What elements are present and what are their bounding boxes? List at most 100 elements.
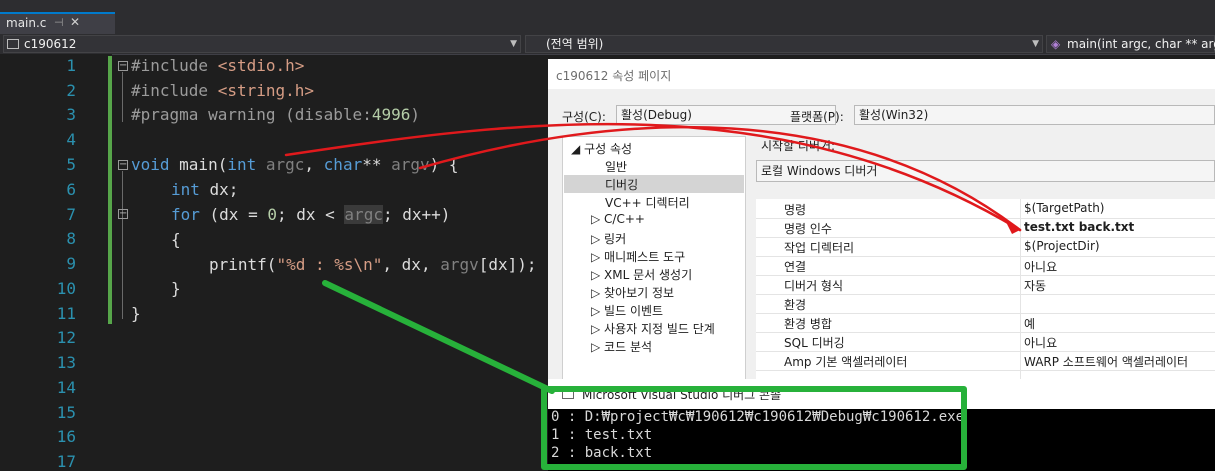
line-number: 13 xyxy=(56,353,76,372)
parameter: argc xyxy=(344,205,383,224)
line-number: 17 xyxy=(56,452,76,471)
grid-row[interactable]: 환경 xyxy=(756,294,1215,314)
prop-name: 명령 xyxy=(784,203,807,217)
code-line-6[interactable]: int dx; xyxy=(171,180,238,199)
grid-row[interactable]: 명령 인수 test.txt back.txt xyxy=(756,218,1215,238)
keyword: int xyxy=(227,155,257,174)
tree-item-xml-doc[interactable]: ▷ XML 문서 생성기 xyxy=(591,266,692,283)
prop-value: $(ProjectDir) xyxy=(1024,239,1100,253)
grid-row[interactable]: 작업 디렉터리 $(ProjectDir) xyxy=(756,237,1215,257)
member-dropdown[interactable]: ◈ main(int argc, char ** argv) xyxy=(1046,35,1215,53)
tab-strip: main.c ⊣ ✕ xyxy=(0,0,1215,34)
code-line-5[interactable]: void main(int argc, char** argv) { xyxy=(131,155,459,174)
tree-item-cpp[interactable]: ▷ C/C++ xyxy=(591,212,645,226)
green-pointer-line xyxy=(322,280,555,394)
grid-row[interactable]: 연결 아니요 xyxy=(756,256,1215,276)
collapse-icon[interactable]: − xyxy=(118,61,128,71)
code-text: ** xyxy=(362,155,392,174)
grid-row[interactable]: 명령 $(TargetPath) xyxy=(756,199,1215,219)
tree-item-config-props[interactable]: ◢ 구성 속성 xyxy=(571,140,632,157)
project-dropdown[interactable]: c190612 ▼ xyxy=(3,35,521,53)
close-icon[interactable]: ✕ xyxy=(70,15,80,29)
prop-value: 예 xyxy=(1024,317,1036,331)
prop-name: 환경 병합 xyxy=(784,317,832,331)
tree-item-vc-dirs[interactable]: VC++ 디렉터리 xyxy=(605,194,690,211)
code-text: ) { xyxy=(429,155,459,174)
grid-row[interactable]: 디버거 형식 자동 xyxy=(756,275,1215,295)
member-name: main(int argc, char ** argv) xyxy=(1067,37,1215,51)
line-number: 14 xyxy=(56,378,76,397)
line-number: 7 xyxy=(66,205,76,224)
code-text: ; dx++) xyxy=(382,205,451,224)
console-line: 1 : test.txt xyxy=(551,427,653,443)
number-literal: 0 xyxy=(267,205,277,224)
platform-label: 플랫폼(P): xyxy=(790,110,844,124)
fold-guide xyxy=(122,171,123,319)
line-number-gutter: 1 2 3 4 5 6 7 8 9 10 11 12 13 14 15 16 1… xyxy=(0,54,112,471)
tree-selection xyxy=(564,175,744,193)
scope-dropdown[interactable]: (전역 범위) ▼ xyxy=(525,35,1043,53)
code-text: , dx, xyxy=(382,255,441,274)
tab-main-c[interactable]: main.c ⊣ ✕ xyxy=(0,12,115,34)
console-title-bar: Microsoft Visual Studio 디버그 콘솔 xyxy=(548,379,1215,409)
code-line-9[interactable]: printf("%d : %s\n", dx, argv[dx]); xyxy=(209,255,537,274)
code-line-7[interactable]: for (dx = 0; dx < argc; dx++) xyxy=(171,205,450,224)
include-header: <string.h> xyxy=(217,81,315,100)
collapse-icon[interactable]: − xyxy=(118,160,128,170)
tree-item-build-events[interactable]: ▷ 빌드 이벤트 xyxy=(591,302,663,319)
tree-item-general[interactable]: 일반 xyxy=(605,158,627,175)
string-literal: "%d : %s\n" xyxy=(276,255,383,274)
prop-name: 명령 인수 xyxy=(784,222,832,236)
grid-row[interactable]: 환경 병합 예 xyxy=(756,313,1215,333)
line-number: 16 xyxy=(56,427,76,446)
code-line-10[interactable]: } xyxy=(171,279,181,298)
line-number: 12 xyxy=(56,328,76,347)
code-line-3[interactable]: #pragma warning (disable:4996) xyxy=(131,105,420,124)
code-line-11[interactable]: } xyxy=(131,304,141,323)
code-line-8[interactable]: { xyxy=(171,230,181,249)
code-text: , xyxy=(304,155,324,174)
tree-item-custom-build[interactable]: ▷ 사용자 지정 빌드 단계 xyxy=(591,320,715,337)
keyword: char xyxy=(323,155,363,174)
chevron-down-icon: ▼ xyxy=(510,39,517,49)
console-line: 0 : D:₩project₩c₩190612₩c190612₩Debug₩c1… xyxy=(551,409,965,425)
prop-name: 작업 디렉터리 xyxy=(784,241,855,255)
tree-item-browse-info[interactable]: ▷ 찾아보기 정보 xyxy=(591,284,674,301)
line-number: 5 xyxy=(66,155,76,174)
tree-item-code-analysis[interactable]: ▷ 코드 분석 xyxy=(591,338,652,355)
code-line-2[interactable]: #include <string.h> xyxy=(131,81,314,100)
collapse-icon[interactable]: − xyxy=(118,209,128,219)
navigation-bar: c190612 ▼ (전역 범위) ▼ ◈ main(int argc, cha… xyxy=(0,34,1215,55)
debug-console-window: Microsoft Visual Studio 디버그 콘솔 0 : D:₩pr… xyxy=(548,379,1215,471)
prop-name: 디버거 형식 xyxy=(784,279,844,293)
tree-item-debugging[interactable]: 디버깅 xyxy=(605,176,638,193)
include-header: <stdio.h> xyxy=(217,56,305,75)
code-text: ; dx < xyxy=(276,205,345,224)
tab-label: main.c xyxy=(6,16,47,30)
tree-item-manifest[interactable]: ▷ 매니페스트 도구 xyxy=(591,248,685,265)
line-number: 10 xyxy=(56,279,76,298)
project-name: c190612 xyxy=(24,37,77,51)
tree-item-linker[interactable]: ▷ 링커 xyxy=(591,230,626,247)
platform-dropdown[interactable]: 활성(Win32) xyxy=(854,105,1215,125)
config-label: 구성(C): xyxy=(562,110,606,124)
console-icon xyxy=(562,389,574,399)
grid-row[interactable]: SQL 디버깅 아니요 xyxy=(756,332,1215,352)
chevron-down-icon: ▼ xyxy=(1032,39,1039,49)
parameter: argv xyxy=(440,255,479,274)
line-number: 9 xyxy=(66,254,76,273)
code-line-1[interactable]: #include <stdio.h> xyxy=(131,56,304,75)
line-number: 1 xyxy=(66,56,76,75)
prop-value: 자동 xyxy=(1024,279,1047,293)
code-text: main( xyxy=(169,155,228,174)
prop-name: Amp 기본 액셀러레이터 xyxy=(784,355,908,369)
grid-row[interactable]: Amp 기본 액셀러레이터 WARP 소프트웨어 액셀러레이터 xyxy=(756,351,1215,371)
platform-value: 활성(Win32) xyxy=(859,108,929,122)
keyword: int xyxy=(171,180,200,199)
preprocessor: #pragma warning (disable: xyxy=(131,105,372,124)
project-icon xyxy=(7,39,19,49)
prop-value: $(TargetPath) xyxy=(1024,201,1105,215)
debugger-dropdown[interactable]: 로컬 Windows 디버거 xyxy=(756,160,1215,182)
line-number: 3 xyxy=(66,105,76,124)
pin-icon[interactable]: ⊣ xyxy=(54,16,64,29)
